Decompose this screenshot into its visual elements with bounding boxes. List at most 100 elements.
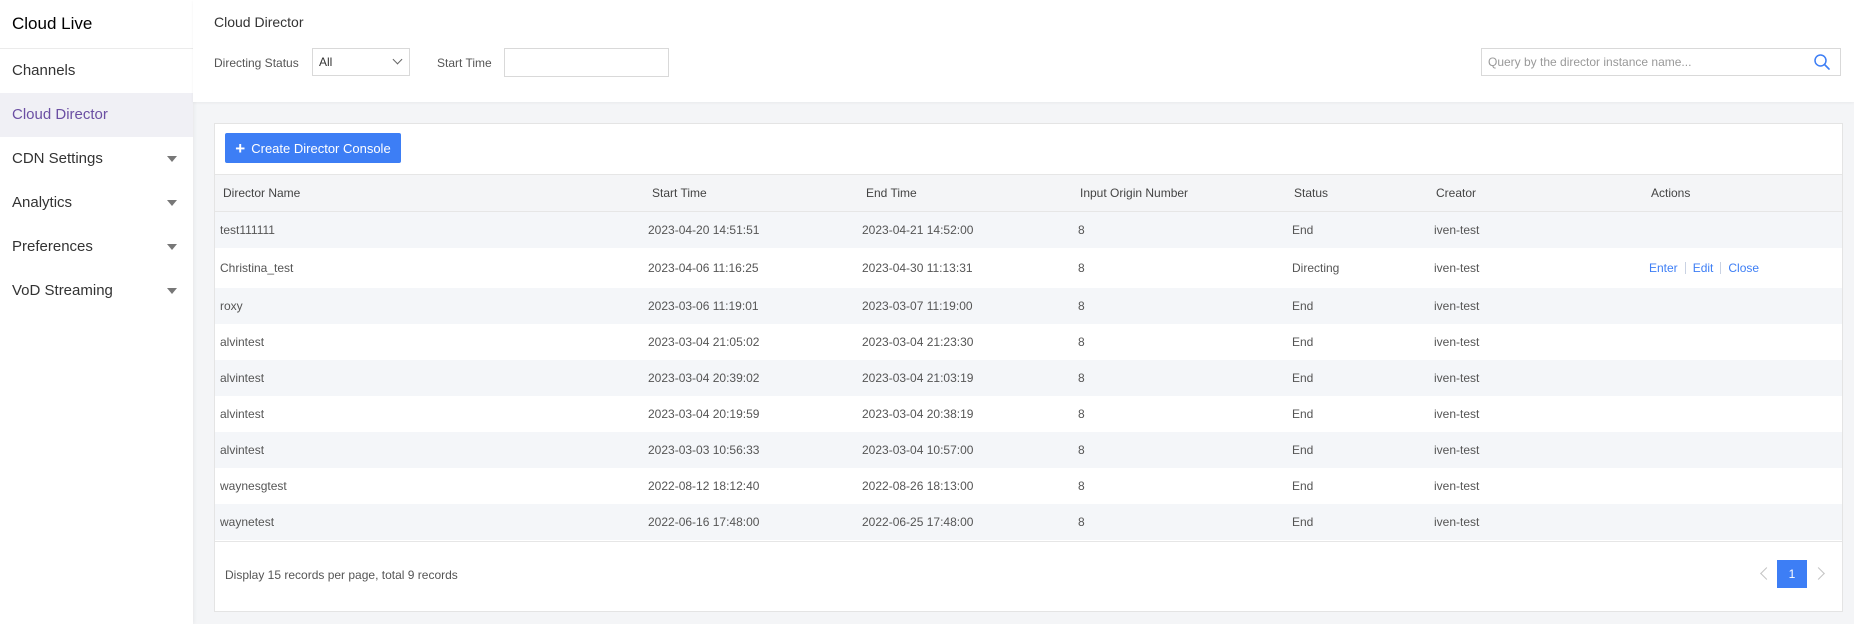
- sidebar-item-label: Preferences: [12, 238, 93, 255]
- cell-end-time: 2022-08-26 18:13:00: [862, 479, 974, 493]
- column-header-actions: Actions: [1651, 186, 1691, 200]
- cell-creator: iven-test: [1434, 407, 1480, 421]
- cell-status: Directing: [1292, 261, 1340, 275]
- cell-status: End: [1292, 515, 1314, 529]
- sidebar-item-label: CDN Settings: [12, 150, 103, 167]
- table-body: test111111 2023-04-20 14:51:51 2023-04-21 …: [215, 212, 1842, 540]
- cell-status: End: [1292, 299, 1314, 313]
- cell-end-time: 2023-04-30 11:13:31: [862, 261, 973, 275]
- cell-start-time: 2022-06-16 17:48:00: [648, 515, 760, 529]
- column-header-status: Status: [1294, 186, 1329, 200]
- cell-status: End: [1292, 223, 1314, 237]
- cell-start-time: 2022-08-12 18:12:40: [648, 479, 760, 493]
- pagination-summary: Display 15 records per page, total 9 rec…: [225, 568, 458, 582]
- app-brand: Cloud Live: [0, 0, 193, 49]
- cell-director-name: Christina_test: [220, 261, 294, 275]
- table-row: waynetest 2022-06-16 17:48:00 2022-06-25 1…: [215, 504, 1842, 540]
- directing-status-select[interactable]: All: [312, 48, 410, 76]
- caret-down-icon: [167, 244, 177, 250]
- column-header-director-name: Director Name: [223, 186, 301, 200]
- table-row: roxy 2023-03-06 11:19:01 2023-03-07 11:19:…: [215, 288, 1842, 324]
- cell-input-origin-number: 8: [1078, 335, 1085, 349]
- search-icon[interactable]: [1813, 53, 1831, 71]
- sidebar-item-preferences[interactable]: Preferences: [0, 225, 193, 269]
- cell-director-name: alvintest: [220, 443, 265, 457]
- page-number-button[interactable]: 1: [1777, 560, 1807, 588]
- cell-status: End: [1292, 479, 1314, 493]
- column-header-start-time: Start Time: [652, 186, 707, 200]
- table-header: Director Name Start Time End Time Input …: [215, 174, 1842, 212]
- cell-input-origin-number: 8: [1078, 261, 1085, 275]
- sidebar-item-label: Analytics: [12, 194, 73, 211]
- cell-status: End: [1292, 335, 1314, 349]
- caret-down-icon: [167, 156, 177, 162]
- sidebar-item-cloud-director[interactable]: Cloud Director: [0, 93, 193, 137]
- cell-status: End: [1292, 371, 1314, 385]
- cell-creator: iven-test: [1434, 335, 1480, 349]
- table-footer: Display 15 records per page, total 9 rec…: [215, 541, 1842, 611]
- sidebar-item-label: Cloud Director: [12, 106, 108, 123]
- directing-status-label: Directing Status: [214, 56, 299, 70]
- cell-director-name: alvintest: [220, 335, 265, 349]
- column-header-input-origin-number: Input Origin Number: [1080, 186, 1189, 200]
- sidebar-item-cdn-settings[interactable]: CDN Settings: [0, 137, 193, 181]
- cell-director-name: test111111: [220, 223, 275, 237]
- cell-end-time: 2023-03-04 10:57:00: [862, 443, 974, 457]
- table-row: Christina_test 2023-04-06 11:16:25 2023-04…: [215, 248, 1842, 288]
- action-edit-link[interactable]: Edit: [1693, 248, 1714, 288]
- cell-director-name: alvintest: [220, 407, 265, 421]
- cell-start-time: 2023-03-03 10:56:33: [648, 443, 760, 457]
- cell-input-origin-number: 8: [1078, 223, 1085, 237]
- chevron-down-icon: [392, 54, 403, 65]
- sidebar-item-analytics[interactable]: Analytics: [0, 181, 193, 225]
- sidebar-item-vod-streaming[interactable]: VoD Streaming: [0, 269, 193, 313]
- caret-down-icon: [167, 288, 177, 294]
- cell-start-time: 2023-04-06 11:16:25: [648, 261, 759, 275]
- cell-input-origin-number: 8: [1078, 299, 1085, 313]
- table-row: alvintest 2023-03-04 20:39:02 2023-03-04 2…: [215, 360, 1842, 396]
- chevron-right-icon[interactable]: [1812, 567, 1825, 580]
- cell-director-name: alvintest: [220, 371, 265, 385]
- cell-end-time: 2022-06-25 17:48:00: [862, 515, 974, 529]
- cell-start-time: 2023-03-04 20:19:59: [648, 407, 760, 421]
- cell-status: End: [1292, 407, 1314, 421]
- table-row: alvintest 2023-03-04 21:05:02 2023-03-04 2…: [215, 324, 1842, 360]
- table-row: test111111 2023-04-20 14:51:51 2023-04-21 …: [215, 212, 1842, 248]
- cell-end-time: 2023-03-07 11:19:00: [862, 299, 973, 313]
- cell-start-time: 2023-03-04 21:05:02: [648, 335, 760, 349]
- plus-icon: +: [235, 138, 246, 158]
- table-row: alvintest 2023-03-03 10:56:33 2023-03-04 1…: [215, 432, 1842, 468]
- sidebar-item-channels[interactable]: Channels: [0, 49, 193, 93]
- cell-end-time: 2023-03-04 21:03:19: [862, 371, 974, 385]
- search-input[interactable]: [1481, 48, 1841, 76]
- cell-creator: iven-test: [1434, 223, 1480, 237]
- caret-down-icon: [167, 200, 177, 206]
- page-header: Cloud Director Directing Status All Star…: [193, 0, 1854, 102]
- cell-start-time: 2023-04-20 14:51:51: [648, 223, 760, 237]
- cell-creator: iven-test: [1434, 443, 1480, 457]
- table-row: alvintest 2023-03-04 20:19:59 2023-03-04 2…: [215, 396, 1842, 432]
- cell-end-time: 2023-03-04 21:23:30: [862, 335, 974, 349]
- director-list-panel: + Create Director Console Director Name …: [214, 123, 1843, 612]
- row-actions: Enter Edit Close: [1649, 248, 1759, 288]
- create-director-console-button[interactable]: + Create Director Console: [225, 133, 401, 163]
- start-time-label: Start Time: [437, 56, 492, 70]
- cell-end-time: 2023-03-04 20:38:19: [862, 407, 974, 421]
- action-close-link[interactable]: Close: [1728, 248, 1759, 288]
- column-header-end-time: End Time: [866, 186, 917, 200]
- cell-input-origin-number: 8: [1078, 515, 1085, 529]
- cell-director-name: waynetest: [220, 515, 275, 529]
- chevron-left-icon[interactable]: [1760, 567, 1773, 580]
- cell-creator: iven-test: [1434, 261, 1480, 275]
- action-enter-link[interactable]: Enter: [1649, 248, 1678, 288]
- start-time-input[interactable]: [504, 48, 669, 77]
- cell-status: End: [1292, 443, 1314, 457]
- cell-input-origin-number: 8: [1078, 479, 1085, 493]
- table-row: waynesgtest 2022-08-12 18:12:40 2022-08-26…: [215, 468, 1842, 504]
- cell-input-origin-number: 8: [1078, 443, 1085, 457]
- cell-creator: iven-test: [1434, 371, 1480, 385]
- cell-end-time: 2023-04-21 14:52:00: [862, 223, 974, 237]
- cell-input-origin-number: 8: [1078, 371, 1085, 385]
- create-button-label: Create Director Console: [251, 140, 391, 156]
- sidebar-item-label: VoD Streaming: [12, 282, 113, 299]
